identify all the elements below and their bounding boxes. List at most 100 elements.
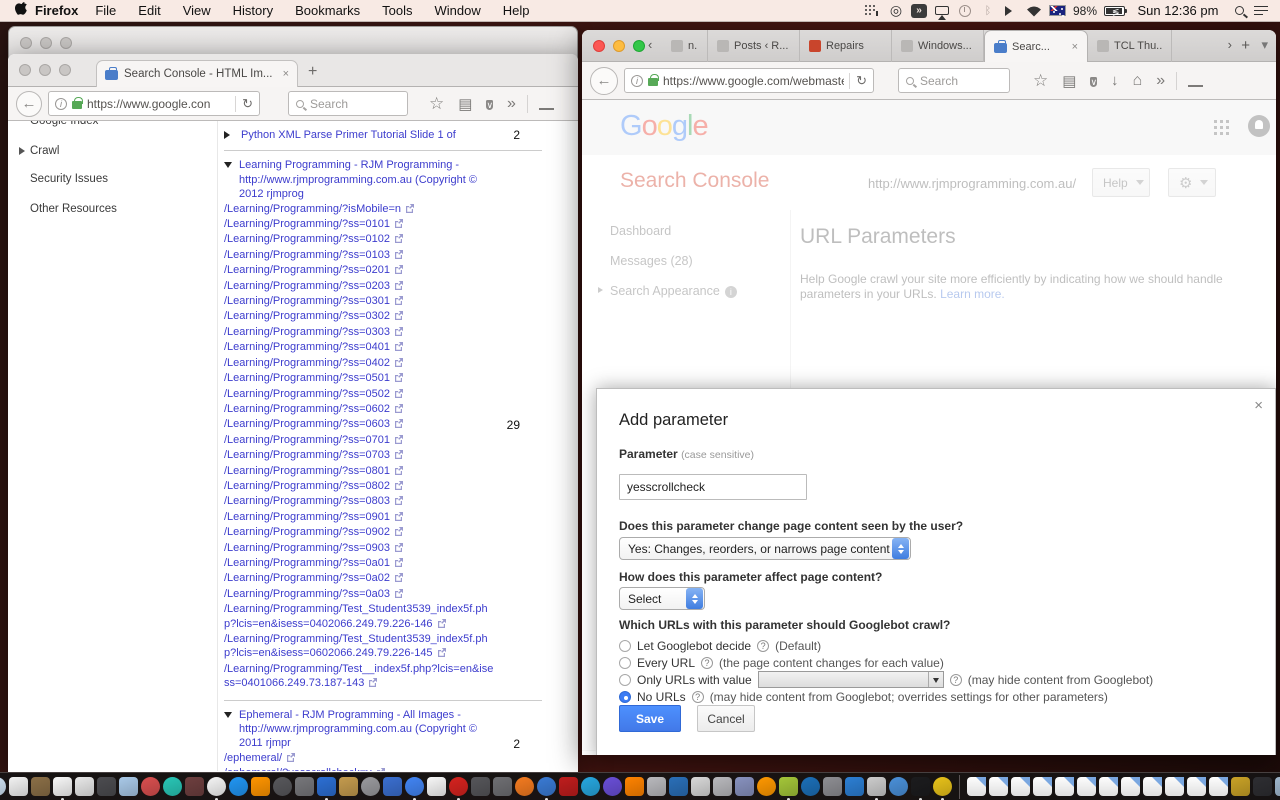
reload-icon[interactable]: ↻ bbox=[235, 95, 253, 112]
group-title-link[interactable]: Ephemeral - RJM Programming - All Images… bbox=[239, 708, 496, 751]
dock-vscode-icon[interactable] bbox=[844, 777, 864, 796]
minimize-button[interactable] bbox=[39, 64, 51, 76]
dock-document-10-icon[interactable] bbox=[1164, 777, 1184, 796]
dock-document-5-icon[interactable] bbox=[1054, 777, 1074, 796]
radio-button-selected[interactable] bbox=[619, 690, 631, 703]
page-url-link[interactable]: /Learning/Programming/?ss=0902 bbox=[224, 526, 390, 538]
dock-contacts-book-icon[interactable] bbox=[30, 777, 50, 796]
dropdown-arrow-icon[interactable] bbox=[927, 672, 943, 687]
dock-textedit-icon[interactable] bbox=[74, 777, 94, 796]
page-url-link[interactable]: /Learning/Programming/?ss=0401 bbox=[224, 341, 390, 353]
menu-edit[interactable]: Edit bbox=[127, 3, 171, 18]
overflow-chevron-icon[interactable]: » bbox=[500, 95, 523, 113]
radio-button[interactable] bbox=[619, 639, 631, 652]
page-url-link[interactable]: /Learning/Programming/Test_Student3539_i… bbox=[224, 603, 488, 629]
back-button[interactable]: ← bbox=[16, 90, 42, 117]
minimize-button[interactable] bbox=[613, 40, 625, 52]
dock-filezilla-icon[interactable] bbox=[558, 777, 578, 796]
tab-list-caret-icon[interactable]: ▾ bbox=[1261, 37, 1268, 53]
help-dropdown[interactable]: Help bbox=[1092, 168, 1150, 197]
menu-help[interactable]: Help bbox=[492, 3, 541, 18]
dock-iphoto-icon[interactable] bbox=[96, 777, 116, 796]
dock-avast-icon[interactable] bbox=[514, 777, 534, 796]
save-button[interactable]: Save bbox=[619, 705, 681, 732]
browser-tab[interactable]: TCL Thu... bbox=[1088, 30, 1172, 62]
menubar-clock[interactable]: Sun 12:36 pm bbox=[1132, 3, 1224, 19]
new-tab-button[interactable]: + bbox=[1241, 37, 1250, 54]
radio-button[interactable] bbox=[619, 656, 631, 669]
zoom-button[interactable] bbox=[633, 40, 645, 52]
apple-menu-icon[interactable] bbox=[14, 1, 27, 20]
search-field[interactable]: Search bbox=[288, 91, 408, 116]
dock-document-11-icon[interactable] bbox=[1186, 777, 1206, 796]
sidebar-item-google-index[interactable]: Google Index bbox=[30, 121, 98, 127]
expand-icon[interactable] bbox=[224, 131, 234, 139]
dock-document-8-icon[interactable] bbox=[1120, 777, 1140, 796]
group-title-link[interactable]: Learning Programming - RJM Programming -… bbox=[239, 158, 496, 201]
dock-app-store-icon[interactable] bbox=[228, 777, 248, 796]
dock-pages-doc-icon[interactable] bbox=[426, 777, 446, 796]
airplay-display-icon[interactable] bbox=[934, 3, 950, 20]
page-url-link[interactable]: /Learning/Programming/?isMobile=n bbox=[224, 203, 401, 215]
page-url-link[interactable]: /Learning/Programming/?ss=0501 bbox=[224, 372, 390, 384]
page-url-link[interactable]: /Learning/Programming/?ss=0801 bbox=[224, 465, 390, 477]
dock-vlc-icon[interactable] bbox=[624, 777, 644, 796]
page-url-link[interactable]: /Learning/Programming/?ss=0303 bbox=[224, 326, 390, 338]
sidebar-item-crawl[interactable]: Crawl bbox=[19, 145, 59, 157]
dock-document-12-icon[interactable] bbox=[1208, 777, 1228, 796]
page-url-link[interactable]: /Learning/Programming/?ss=0602 bbox=[224, 403, 390, 415]
help-icon[interactable]: ? bbox=[949, 673, 962, 686]
download-icon[interactable]: ↓ bbox=[1104, 72, 1126, 89]
page-url-link[interactable]: /Learning/Programming/?ss=0701 bbox=[224, 434, 390, 446]
dock-firefox-icon[interactable] bbox=[536, 777, 556, 800]
page-url-link[interactable]: /Learning/Programming/?ss=0a03 bbox=[224, 588, 390, 600]
menu-history[interactable]: History bbox=[222, 3, 284, 18]
keyboard-flag-australia-icon[interactable] bbox=[1048, 5, 1066, 16]
dock-photos-icon[interactable] bbox=[8, 777, 28, 796]
help-icon[interactable]: ? bbox=[701, 656, 714, 669]
dock-system-preferences-icon[interactable] bbox=[272, 777, 292, 796]
volume-icon[interactable] bbox=[1003, 3, 1019, 19]
dock-document-3-icon[interactable] bbox=[1010, 777, 1030, 796]
radio-label[interactable]: Let Googlebot decide bbox=[637, 639, 751, 653]
radio-label[interactable]: Every URL bbox=[637, 656, 695, 670]
group-title-link[interactable]: Python XML Parse Primer Tutorial Slide 1… bbox=[241, 128, 496, 142]
dock-document-2-icon[interactable] bbox=[988, 777, 1008, 796]
dock-quicktime-icon[interactable] bbox=[360, 777, 380, 796]
cancel-button[interactable]: Cancel bbox=[697, 705, 755, 732]
browser-tab[interactable]: n... bbox=[662, 30, 708, 62]
dock-grab-tool-icon[interactable] bbox=[294, 777, 314, 796]
dock-finder-window-icon[interactable] bbox=[1274, 777, 1280, 796]
new-tab-button[interactable]: + bbox=[308, 64, 317, 80]
minimize-button[interactable] bbox=[40, 37, 52, 49]
close-button[interactable] bbox=[19, 64, 31, 76]
dock-automator-icon[interactable] bbox=[338, 777, 358, 796]
page-url-link[interactable]: /Learning/Programming/?ss=0101 bbox=[224, 218, 390, 230]
dock-notecard-icon[interactable] bbox=[690, 777, 710, 796]
dock-photo-booth-icon[interactable] bbox=[184, 777, 204, 796]
expand-arrow-icon[interactable] bbox=[19, 147, 29, 155]
dock-purple-star-icon[interactable] bbox=[602, 777, 622, 796]
url-text[interactable]: https://www.google.con bbox=[87, 97, 230, 111]
zoom-button[interactable] bbox=[60, 37, 72, 49]
page-url-link[interactable]: /Learning/Programming/?ss=0901 bbox=[224, 511, 390, 523]
dock-colorsync-icon[interactable] bbox=[140, 777, 160, 796]
reading-list-icon[interactable]: ▤ bbox=[1055, 72, 1083, 90]
dock-thunderbird-icon[interactable] bbox=[800, 777, 820, 796]
bookmark-star-icon[interactable]: ☆ bbox=[422, 94, 451, 114]
dock-document-6-icon[interactable] bbox=[1076, 777, 1096, 796]
page-url-link[interactable]: /Learning/Programming/?ss=0201 bbox=[224, 264, 390, 276]
effect-select[interactable]: Select bbox=[619, 587, 705, 610]
page-url-link[interactable]: /Learning/Programming/?ss=0301 bbox=[224, 295, 390, 307]
dock-crosshair-grid-icon[interactable] bbox=[888, 777, 908, 796]
pocket-icon[interactable]: ∨ bbox=[479, 95, 500, 112]
reload-icon[interactable]: ↻ bbox=[849, 72, 867, 89]
dock-sketch-pen-icon[interactable] bbox=[382, 777, 402, 796]
page-url-link[interactable]: /Learning/Programming/?ss=0603 bbox=[224, 418, 390, 430]
page-url-link[interactable]: /Learning/Programming/?ss=0a02 bbox=[224, 572, 390, 584]
page-url-link[interactable]: /Learning/Programming/?ss=0302 bbox=[224, 310, 390, 322]
console-sidebar-item-dashboard[interactable]: Dashboard bbox=[610, 224, 671, 238]
back-button[interactable]: ← bbox=[590, 66, 618, 95]
radio-label[interactable]: Only URLs with value bbox=[637, 673, 752, 687]
page-url-link[interactable]: /Learning/Programming/?ss=0103 bbox=[224, 249, 390, 261]
